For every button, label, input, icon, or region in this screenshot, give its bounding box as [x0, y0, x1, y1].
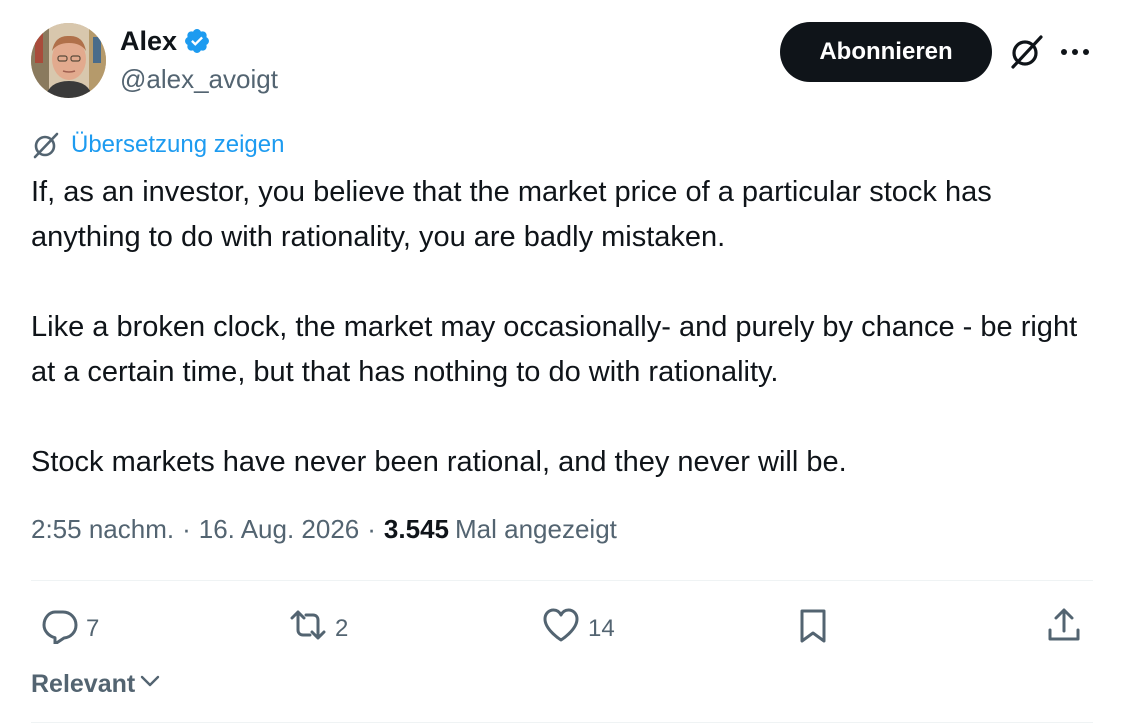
tweet-meta: 2:55 nachm. · 16. Aug. 2026 · 3.545 Mal … — [31, 514, 617, 545]
reply-count: 7 — [86, 614, 100, 642]
views-label: Mal angezeigt — [455, 514, 617, 544]
reply-icon — [40, 606, 78, 651]
tweet-date[interactable]: 16. Aug. 2026 — [199, 514, 359, 545]
translate-icon — [31, 130, 61, 160]
divider — [31, 722, 1093, 723]
show-translation-label[interactable]: Übersetzung zeigen — [71, 131, 284, 159]
sort-dropdown[interactable]: Relevant — [31, 670, 161, 699]
share-button[interactable] — [1045, 606, 1083, 651]
bookmark-button[interactable] — [794, 606, 832, 651]
tweet-text: If, as an investor, you believe that the… — [31, 170, 1096, 485]
meta-separator: · — [367, 514, 376, 544]
like-button[interactable]: 14 — [542, 606, 615, 651]
repost-button[interactable]: 2 — [289, 606, 348, 651]
like-icon — [542, 606, 580, 651]
sort-label: Relevant — [31, 670, 136, 698]
follow-button[interactable]: Abonnieren — [780, 22, 992, 82]
verified-badge-icon[interactable] — [183, 27, 211, 55]
views-count[interactable]: 3.545 — [384, 514, 449, 545]
like-count: 14 — [588, 614, 615, 642]
tweet-paragraph: Stock markets have never been rational, … — [31, 446, 847, 478]
repost-icon — [289, 606, 327, 651]
show-translation-link[interactable]: Übersetzung zeigen — [31, 130, 284, 160]
share-icon — [1045, 606, 1083, 651]
divider — [31, 580, 1093, 581]
avatar[interactable] — [31, 23, 106, 98]
more-icon[interactable] — [1058, 36, 1092, 68]
author-block: Alex @alex_avoigt — [120, 24, 278, 95]
tweet-paragraph: If, as an investor, you believe that the… — [31, 176, 992, 253]
tweet-paragraph: Like a broken clock, the market may occa… — [31, 311, 1078, 388]
author-name[interactable]: Alex — [120, 26, 177, 57]
bookmark-icon — [794, 606, 832, 651]
chevron-down-icon — [139, 670, 161, 699]
repost-count: 2 — [335, 614, 349, 642]
reply-button[interactable]: 7 — [40, 606, 99, 651]
author-handle[interactable]: @alex_avoigt — [120, 64, 278, 95]
meta-separator: · — [182, 514, 191, 544]
grok-icon[interactable] — [1006, 32, 1046, 72]
tweet-time[interactable]: 2:55 nachm. — [31, 514, 174, 545]
